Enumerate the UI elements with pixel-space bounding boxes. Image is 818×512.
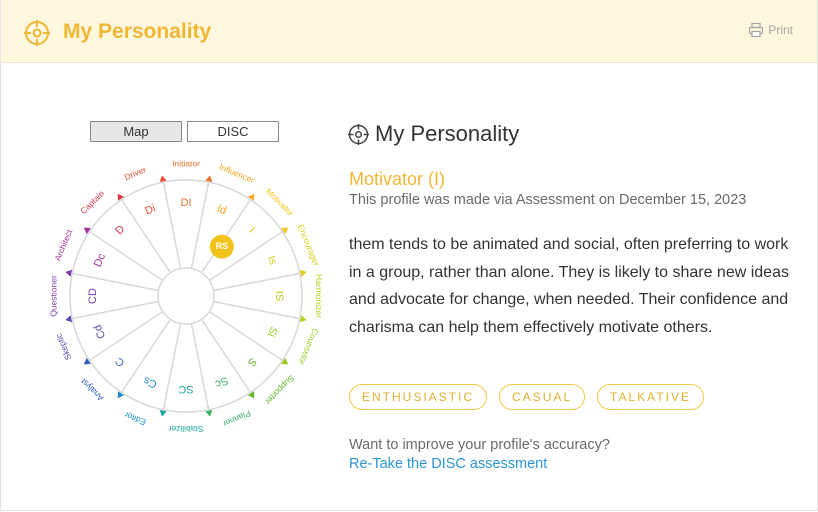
wheel-name-label: Analyst <box>78 376 105 403</box>
trait-tag: ENTHUSIASTIC <box>349 384 488 410</box>
trait-tags: ENTHUSIASTIC CASUAL TALKATIVE <box>349 384 704 410</box>
wheel-name-label: Architect <box>52 227 74 262</box>
print-button[interactable]: Print <box>748 22 793 38</box>
header-bar: My Personality Print <box>1 0 817 63</box>
target-icon <box>348 124 369 145</box>
wheel-pointer <box>65 269 73 277</box>
target-icon <box>24 20 50 46</box>
wheel-name-label: Encourager <box>296 223 322 268</box>
wheel-name-label: Questioner <box>48 275 58 317</box>
wheel-name-label: Initiator <box>172 158 200 168</box>
wheel-pointer <box>159 409 167 417</box>
printer-icon <box>749 22 764 38</box>
page-title: My Personality <box>63 20 212 43</box>
wheel-style-label: CD <box>87 288 99 304</box>
improve-question: Want to improve your profile's accuracy? <box>349 437 610 453</box>
disc-toggle-button[interactable]: DISC <box>187 121 279 142</box>
wheel-name-label: Skeptic <box>53 331 73 361</box>
retake-assessment-link[interactable]: Re-Take the DISC assessment <box>349 456 547 472</box>
wheel-style-label: DI <box>181 197 192 209</box>
wheel-name-label: Driver <box>123 164 148 182</box>
wheel-center <box>157 267 215 325</box>
wheel-pointer <box>205 175 213 183</box>
wheel-name-label: Planner <box>221 408 252 429</box>
personality-description: them tends to be animated and social, of… <box>349 236 789 336</box>
wheel-pointer <box>65 315 73 323</box>
wheel-pointer <box>159 175 167 183</box>
wheel-style-label: IS <box>273 291 285 301</box>
wheel-name-label: Influencer <box>218 162 256 186</box>
wheel-name-label: Captain <box>78 188 106 216</box>
wheel-pointer <box>205 409 213 417</box>
wheel-pointer <box>299 269 307 277</box>
wheel-pointer <box>299 315 307 323</box>
wheel-name-label: Editor <box>123 410 147 428</box>
print-label: Print <box>768 23 793 37</box>
personality-type: Motivator (I) <box>349 169 446 189</box>
wheel-name-label: Motivator <box>264 186 296 218</box>
wheel-name-label: Counselor <box>297 327 321 367</box>
wheel-name-label: Harmonizer <box>314 274 324 318</box>
wheel-style-label: SC <box>178 383 193 395</box>
trait-tag: TALKATIVE <box>597 384 704 410</box>
personality-card: My Personality Print Map DISC DI Initiato… <box>0 0 818 511</box>
trait-tag: CASUAL <box>499 384 586 410</box>
user-position-label: RS <box>216 241 229 251</box>
profile-meta: This profile was made via Assessment on … <box>349 192 747 208</box>
section-title: My Personality <box>375 121 520 146</box>
map-toggle-button[interactable]: Map <box>90 121 182 142</box>
wheel-name-label: Stabilizer <box>168 424 203 434</box>
disc-wheel: DIInitiatorIdInfluencerIMotivatorIs Encou… <box>48 158 324 434</box>
